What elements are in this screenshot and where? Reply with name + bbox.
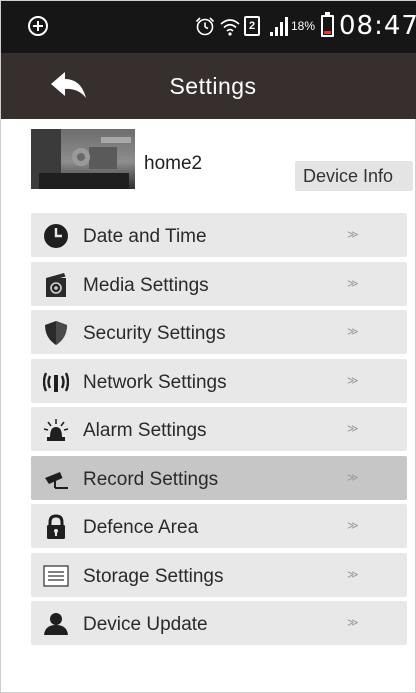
menu-item-label: Alarm Settings (83, 420, 207, 441)
media-icon (46, 272, 66, 297)
chevron-right-icon: ≫ (347, 326, 358, 338)
menu-item-security-settings[interactable]: Security Settings ≫ (31, 310, 407, 354)
chevron-right-icon: ≫ (347, 374, 358, 387)
device-info-button[interactable]: Device Info (295, 161, 413, 191)
menu-item-label: Security Settings (83, 323, 226, 344)
alarm-light-icon (43, 419, 69, 441)
battery-fill (324, 30, 331, 34)
chevron-right-icon: ≫ (347, 520, 358, 532)
menu-item-label: Storage Settings (83, 565, 224, 587)
settings-menu: Date and Time ≫ Media Settings ≫ Securit… (31, 213, 407, 650)
back-arrow-icon[interactable] (45, 67, 93, 107)
menu-item-defence-area[interactable]: Defence Area ≫ (31, 504, 407, 548)
clock-icon (44, 224, 68, 248)
menu-item-network-settings[interactable]: Network Settings ≫ (31, 358, 407, 403)
status-time: 08:47 (339, 11, 416, 41)
storage-list-icon (43, 564, 69, 587)
status-bar: 2 18% 08:47 (1, 1, 416, 53)
menu-item-label: Network Settings (83, 371, 227, 393)
chevron-right-icon: ≫ (347, 471, 358, 484)
menu-item-device-update[interactable]: Device Update ≫ (31, 601, 407, 645)
shield-icon (45, 321, 67, 345)
menu-item-date-and-time[interactable]: Date and Time ≫ (31, 213, 407, 257)
chevron-right-icon: ≫ (347, 423, 358, 435)
battery-icon (321, 12, 334, 37)
signal-icon (270, 17, 288, 36)
add-circle-icon (28, 16, 48, 36)
header-bar: Settings (1, 53, 416, 119)
lock-icon (47, 514, 65, 539)
sim-icon: 2 (244, 16, 260, 36)
menu-item-record-settings[interactable]: Record Settings ≫ (31, 455, 407, 500)
menu-item-storage-settings[interactable]: Storage Settings ≫ (31, 552, 407, 597)
camera-record-icon (45, 471, 68, 489)
menu-item-label: Defence Area (83, 517, 199, 538)
menu-item-label: Device Update (83, 614, 208, 635)
device-thumbnail[interactable] (31, 129, 135, 189)
menu-item-label: Record Settings (83, 468, 219, 490)
menu-item-media-settings[interactable]: Media Settings ≫ (31, 261, 407, 306)
network-signal-icon (43, 372, 69, 392)
chevron-right-icon: ≫ (347, 617, 358, 629)
alarm-clock-icon (195, 17, 215, 36)
menu-item-alarm-settings[interactable]: Alarm Settings ≫ (31, 407, 407, 451)
menu-item-label: Media Settings (83, 274, 209, 296)
user-update-icon (44, 613, 68, 635)
chevron-right-icon: ≫ (347, 277, 358, 290)
chevron-right-icon: ≫ (347, 568, 358, 581)
menu-item-label: Date and Time (83, 226, 207, 247)
device-name: home2 (144, 153, 203, 174)
wifi-icon (220, 19, 240, 36)
chevron-right-icon: ≫ (347, 229, 358, 241)
battery-percent: 18% (291, 19, 316, 33)
